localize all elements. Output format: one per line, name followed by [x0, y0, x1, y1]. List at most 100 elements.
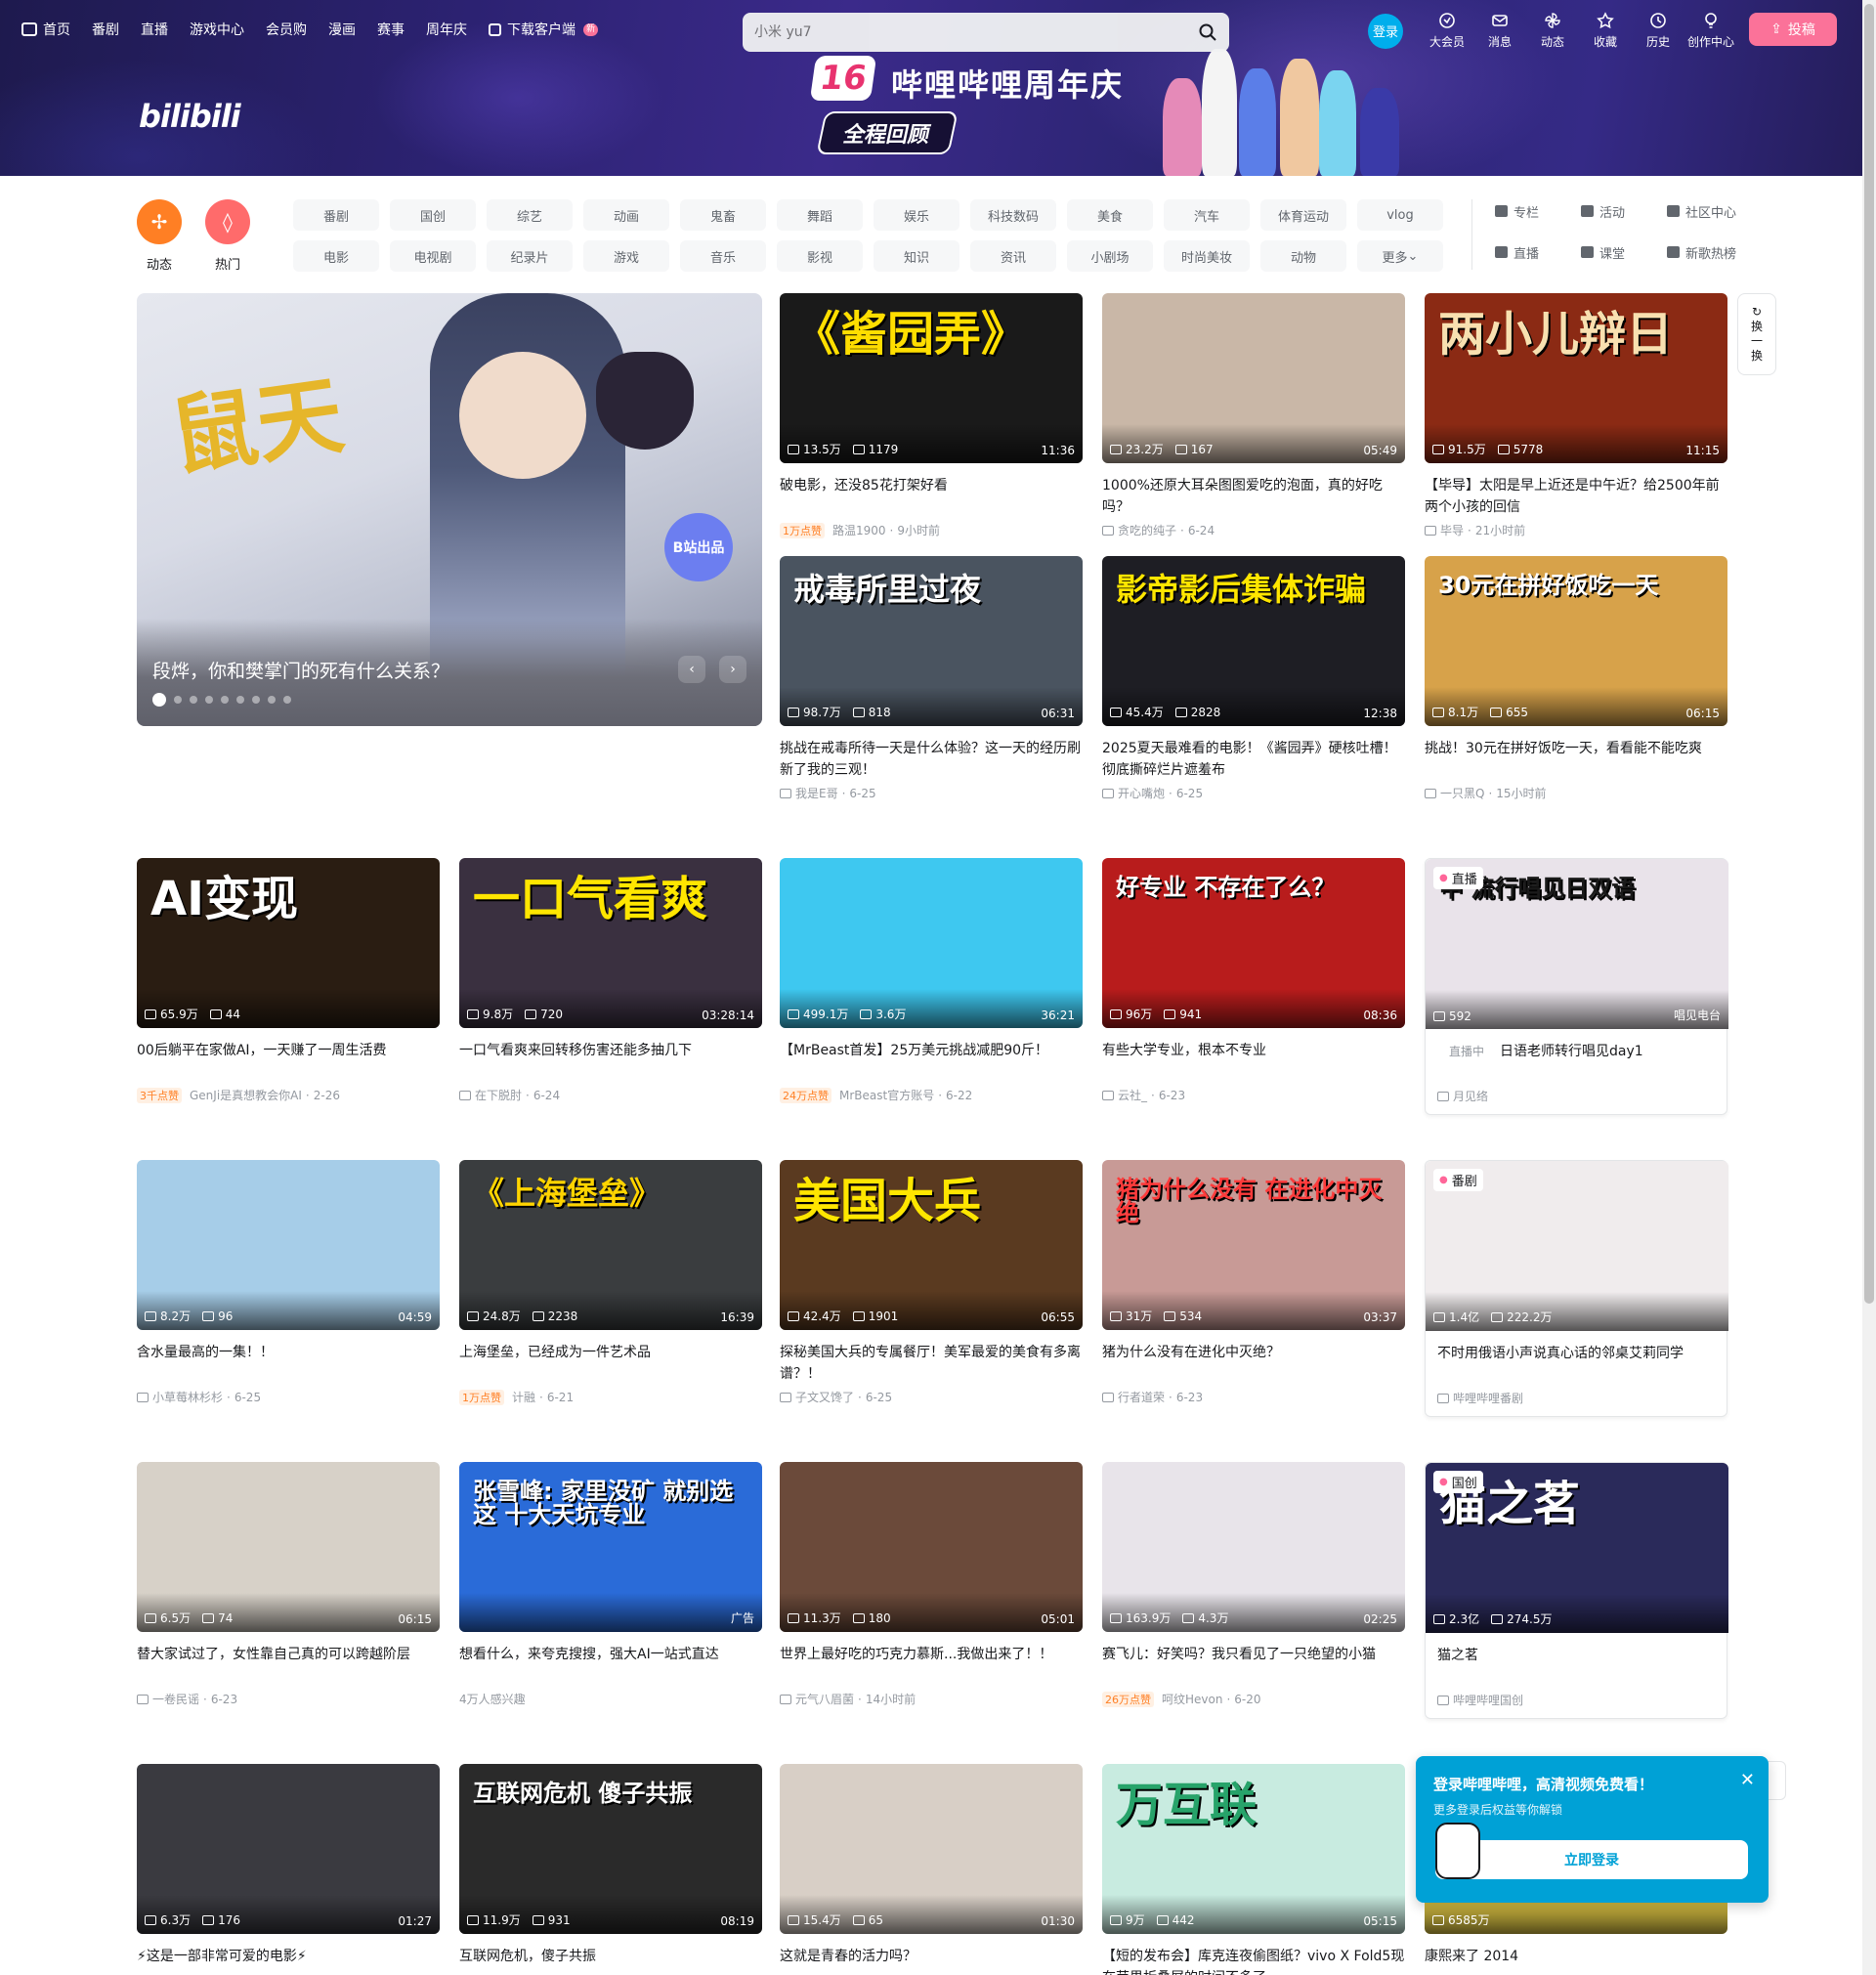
video-thumbnail[interactable]: 30元在拼好饭吃一天 8.1万 655 06:15: [1425, 556, 1727, 726]
video-title[interactable]: 探秘美国大兵的专属餐厅！美军最爱的美食有多离谱？！: [780, 1342, 1083, 1385]
featured-carousel[interactable]: 鼠天 B站出品 段烨，你和樊掌门的死有什么关系？ ‹ ›: [137, 293, 762, 726]
video-card[interactable]: 中 流行唱见日双语 ● 直播 592 唱见电台 直播中 日语老师转行唱见day1 月见络: [1425, 858, 1728, 1115]
video-card[interactable]: ● 番剧 1.4亿 222.2万不时用俄语小声说真心话的邻桌艾莉同学哔哩哔哩番剧: [1425, 1160, 1728, 1417]
nav-favorites[interactable]: 收藏: [1579, 12, 1632, 50]
channel-5[interactable]: 舞蹈: [777, 199, 863, 231]
carousel-dot[interactable]: [152, 693, 166, 707]
video-card[interactable]: 美国大兵 42.4万 1901 06:55 探秘美国大兵的专属餐厅！美军最爱的美食有多离…: [780, 1160, 1083, 1405]
channel-link-5[interactable]: 新歌热榜: [1667, 240, 1753, 264]
carousel-dot[interactable]: [205, 696, 213, 704]
video-title[interactable]: 【毕导】太阳是早上近还是中午近？给2500年前两个小孩的回信: [1425, 475, 1727, 518]
uploader-name[interactable]: GenJi是真想教会你AI: [190, 1087, 302, 1103]
channel-7[interactable]: 科技数码: [970, 199, 1056, 231]
nav-messages[interactable]: 消息: [1473, 12, 1526, 50]
channel-link-4[interactable]: 课堂: [1581, 240, 1667, 264]
video-title[interactable]: 1000%还原大耳朵图图爱吃的泡面，真的好吃吗？: [1102, 475, 1405, 518]
carousel-dot[interactable]: [190, 696, 197, 704]
channel-15[interactable]: 游戏: [583, 240, 669, 272]
video-title[interactable]: 挑战在戒毒所待一天是什么体验？这一天的经历刷新了我的三观！: [780, 738, 1083, 781]
channel-4[interactable]: 鬼畜: [680, 199, 766, 231]
video-thumbnail[interactable]: 一口气看爽 9.8万 720 03:28:14: [459, 858, 762, 1028]
uploader-name[interactable]: 元气八眉菌: [795, 1691, 854, 1707]
carousel-next-button[interactable]: ›: [719, 656, 746, 683]
nav-download-client[interactable]: 下载客户端新: [489, 20, 599, 39]
uploader-name[interactable]: 贪吃的纯子: [1118, 522, 1176, 538]
video-title[interactable]: 不时用俄语小声说真心话的邻桌艾莉同学: [1426, 1343, 1727, 1386]
video-card[interactable]: AI变现 65.9万 44 00后躺平在家做AI，一天赚了一周生活费 3千点赞 GenJi…: [137, 858, 440, 1103]
video-title[interactable]: 想看什么，来夸克搜搜，强大AI一站式直达: [459, 1644, 762, 1687]
video-thumbnail[interactable]: 499.1万 3.6万 36:21: [780, 858, 1083, 1028]
nav-mall[interactable]: 会员购: [266, 20, 307, 39]
bilibili-logo[interactable]: bilibili: [139, 98, 241, 135]
video-thumbnail[interactable]: 《上海堡垒》 24.8万 2238 16:39: [459, 1160, 762, 1330]
uploader-name[interactable]: 一卷民谣: [152, 1691, 199, 1707]
video-title[interactable]: 互联网危机，傻子共振: [459, 1946, 762, 1975]
video-title[interactable]: 世界上最好吃的巧克力慕斯...我做出来了！！: [780, 1644, 1083, 1687]
uploader-name[interactable]: 4万人感兴趣: [459, 1691, 526, 1707]
video-title[interactable]: 有些大学专业，根本不专业: [1102, 1040, 1405, 1083]
video-title[interactable]: 00后躺平在家做AI，一天赚了一周生活费: [137, 1040, 440, 1083]
video-card[interactable]: 戒毒所里过夜 98.7万 818 06:31 挑战在戒毒所待一天是什么体验？这一天的经历…: [780, 556, 1083, 801]
video-card[interactable]: 6.5万 74 06:15 替大家试过了，女性靠自己真的可以跨越阶层 一卷民谣 · 6-…: [137, 1462, 440, 1707]
video-thumbnail[interactable]: 中 流行唱见日双语 ● 直播 592 唱见电台: [1426, 859, 1728, 1029]
video-thumbnail[interactable]: 《酱园弄》 13.5万 1179 11:36: [780, 293, 1083, 463]
channel-23[interactable]: 更多 ⌄: [1357, 240, 1443, 272]
uploader-name[interactable]: 开心嘴炮: [1118, 785, 1165, 801]
channel-17[interactable]: 影视: [777, 240, 863, 272]
video-title[interactable]: 康熙来了 2014: [1425, 1946, 1727, 1975]
video-thumbnail[interactable]: 6.3万 176 01:27: [137, 1764, 440, 1934]
nav-home[interactable]: 首页: [21, 20, 70, 39]
video-card[interactable]: 15.4万 65 01:30 这就是青春的活力吗？: [780, 1764, 1083, 1975]
video-thumbnail[interactable]: 戒毒所里过夜 98.7万 818 06:31: [780, 556, 1083, 726]
uploader-name[interactable]: 云社_: [1118, 1087, 1147, 1103]
video-card[interactable]: 猫之茗 ● 国创 2.3亿 274.5万 猫之茗 哔哩哔哩国创: [1425, 1462, 1728, 1719]
video-title[interactable]: 替大家试过了，女性靠自己真的可以跨越阶层: [137, 1644, 440, 1687]
channel-link-3[interactable]: 直播: [1495, 240, 1581, 264]
channel-2[interactable]: 综艺: [487, 199, 573, 231]
carousel-dot[interactable]: [236, 696, 244, 704]
uploader-name[interactable]: 呵纹Hevon: [1162, 1691, 1222, 1707]
channel-19[interactable]: 资讯: [970, 240, 1056, 272]
video-card[interactable]: 8.2万 96 04:59 含水量最高的一集！！ 小草莓林杉杉 · 6-25: [137, 1160, 440, 1405]
channel-link-1[interactable]: 活动: [1581, 199, 1667, 223]
nav-esports[interactable]: 赛事: [377, 20, 405, 39]
channel-9[interactable]: 汽车: [1164, 199, 1250, 231]
video-thumbnail[interactable]: ● 番剧 1.4亿 222.2万: [1426, 1161, 1728, 1331]
uploader-name[interactable]: 子文又馋了: [795, 1389, 854, 1405]
uploader-name[interactable]: 哔哩哔哩番剧: [1453, 1390, 1523, 1406]
close-icon[interactable]: ✕: [1740, 1770, 1755, 1790]
nav-dynamics[interactable]: 动态: [1526, 12, 1579, 50]
nav-bangumi[interactable]: 番剧: [92, 20, 119, 39]
video-title[interactable]: 挑战！30元在拼好饭吃一天，看看能不能吃爽: [1425, 738, 1727, 781]
channel-18[interactable]: 知识: [874, 240, 959, 272]
video-title[interactable]: 含水量最高的一集！！: [137, 1342, 440, 1385]
channel-popular[interactable]: ◊ 热门: [205, 199, 250, 273]
video-title[interactable]: 2025夏天最难看的电影！《酱园弄》硬核吐槽！彻底撕碎烂片遮羞布: [1102, 738, 1405, 781]
video-title[interactable]: ⚡这是一部非常可爱的电影⚡: [137, 1946, 440, 1975]
search-input[interactable]: [754, 24, 1198, 40]
login-avatar-button[interactable]: 登录: [1368, 13, 1403, 49]
video-card[interactable]: 《酱园弄》 13.5万 1179 11:36 破电影，还没85花打架好看 1万点赞 路温19…: [780, 293, 1083, 538]
uploader-name[interactable]: MrBeast官方账号: [839, 1087, 934, 1103]
video-title[interactable]: 这就是青春的活力吗？: [780, 1946, 1083, 1975]
nav-history[interactable]: 历史: [1632, 12, 1684, 50]
video-thumbnail[interactable]: 影帝影后集体诈骗 45.4万 2828 12:38: [1102, 556, 1405, 726]
video-card[interactable]: 163.9万 4.3万 02:25 赛飞儿：好笑吗？我只看见了一只绝望的小猫 26万点赞…: [1102, 1462, 1405, 1707]
video-title[interactable]: 赛飞儿：好笑吗？我只看见了一只绝望的小猫: [1102, 1644, 1405, 1687]
nav-creator-center[interactable]: 创作中心: [1684, 12, 1737, 50]
channel-0[interactable]: 番剧: [293, 199, 379, 231]
carousel-dot[interactable]: [252, 696, 260, 704]
video-card[interactable]: 6.3万 176 01:27 ⚡这是一部非常可爱的电影⚡: [137, 1764, 440, 1975]
video-title[interactable]: 【短的发布会】库克连夜偷图纸？vivo X Fold5现在苹果折叠屏的时间不多了: [1102, 1946, 1405, 1975]
video-thumbnail[interactable]: 猫之茗 ● 国创 2.3亿 274.5万: [1426, 1463, 1728, 1633]
upload-button[interactable]: ⇪ 投稿: [1749, 13, 1837, 46]
channel-16[interactable]: 音乐: [680, 240, 766, 272]
uploader-name[interactable]: 毕导: [1440, 522, 1464, 538]
scrollbar-thumb[interactable]: [1864, 4, 1874, 1304]
channel-8[interactable]: 美食: [1067, 199, 1153, 231]
video-card[interactable]: 万互联 9万 442 05:15 【短的发布会】库克连夜偷图纸？vivo X Fold5…: [1102, 1764, 1405, 1975]
channel-22[interactable]: 动物: [1260, 240, 1346, 272]
uploader-name[interactable]: 路温1900: [832, 522, 886, 538]
channel-6[interactable]: 娱乐: [874, 199, 959, 231]
nav-game-center[interactable]: 游戏中心: [190, 20, 244, 39]
